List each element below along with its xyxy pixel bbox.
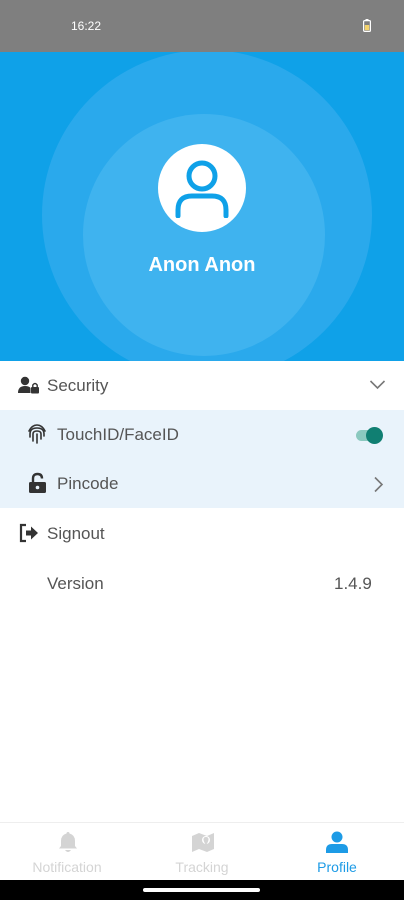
bell-icon <box>59 832 77 852</box>
unlock-icon <box>29 472 46 493</box>
tab-tracking[interactable]: Tracking <box>135 823 269 881</box>
bottom-tab-bar: Notification Tracking Profile <box>0 822 404 880</box>
touchid-toggle[interactable] <box>356 427 384 444</box>
tab-notification-label: Notification <box>32 859 102 875</box>
touchid-label: TouchID/FaceID <box>57 425 179 444</box>
status-bar: 16:22 <box>0 0 404 52</box>
user-icon <box>326 831 348 853</box>
security-section-header[interactable]: Security <box>0 361 404 410</box>
version-value: 1.4.9 <box>334 574 372 593</box>
status-time: 16:22 <box>71 19 102 33</box>
toggle-knob <box>366 427 383 444</box>
profile-header: Anon Anon <box>0 52 404 361</box>
fingerprint-icon <box>28 424 46 444</box>
tab-profile-label: Profile <box>317 859 357 875</box>
tab-notification[interactable]: Notification <box>0 823 134 881</box>
version-label: Version <box>47 574 104 593</box>
version-row: Version 1.4.9 <box>0 559 404 608</box>
tab-tracking-label: Tracking <box>175 859 229 875</box>
pincode-label: Pincode <box>57 474 119 493</box>
user-lock-icon <box>18 376 39 394</box>
chevron-down-icon <box>369 380 386 390</box>
signout-label: Signout <box>47 524 105 543</box>
pincode-row[interactable]: Pincode <box>0 459 404 508</box>
avatar[interactable] <box>158 144 246 232</box>
battery-icon <box>363 19 371 32</box>
security-label: Security <box>47 376 109 395</box>
user-avatar-icon <box>175 160 229 218</box>
system-nav-bar <box>0 880 404 900</box>
home-handle[interactable] <box>143 888 260 892</box>
touchid-row[interactable]: TouchID/FaceID <box>0 410 404 459</box>
tab-profile[interactable]: Profile <box>270 823 404 881</box>
user-name: Anon Anon <box>148 254 256 276</box>
chevron-right-icon <box>374 476 384 493</box>
signout-icon <box>19 523 38 543</box>
map-icon <box>192 833 214 852</box>
signout-row[interactable]: Signout <box>0 509 404 558</box>
